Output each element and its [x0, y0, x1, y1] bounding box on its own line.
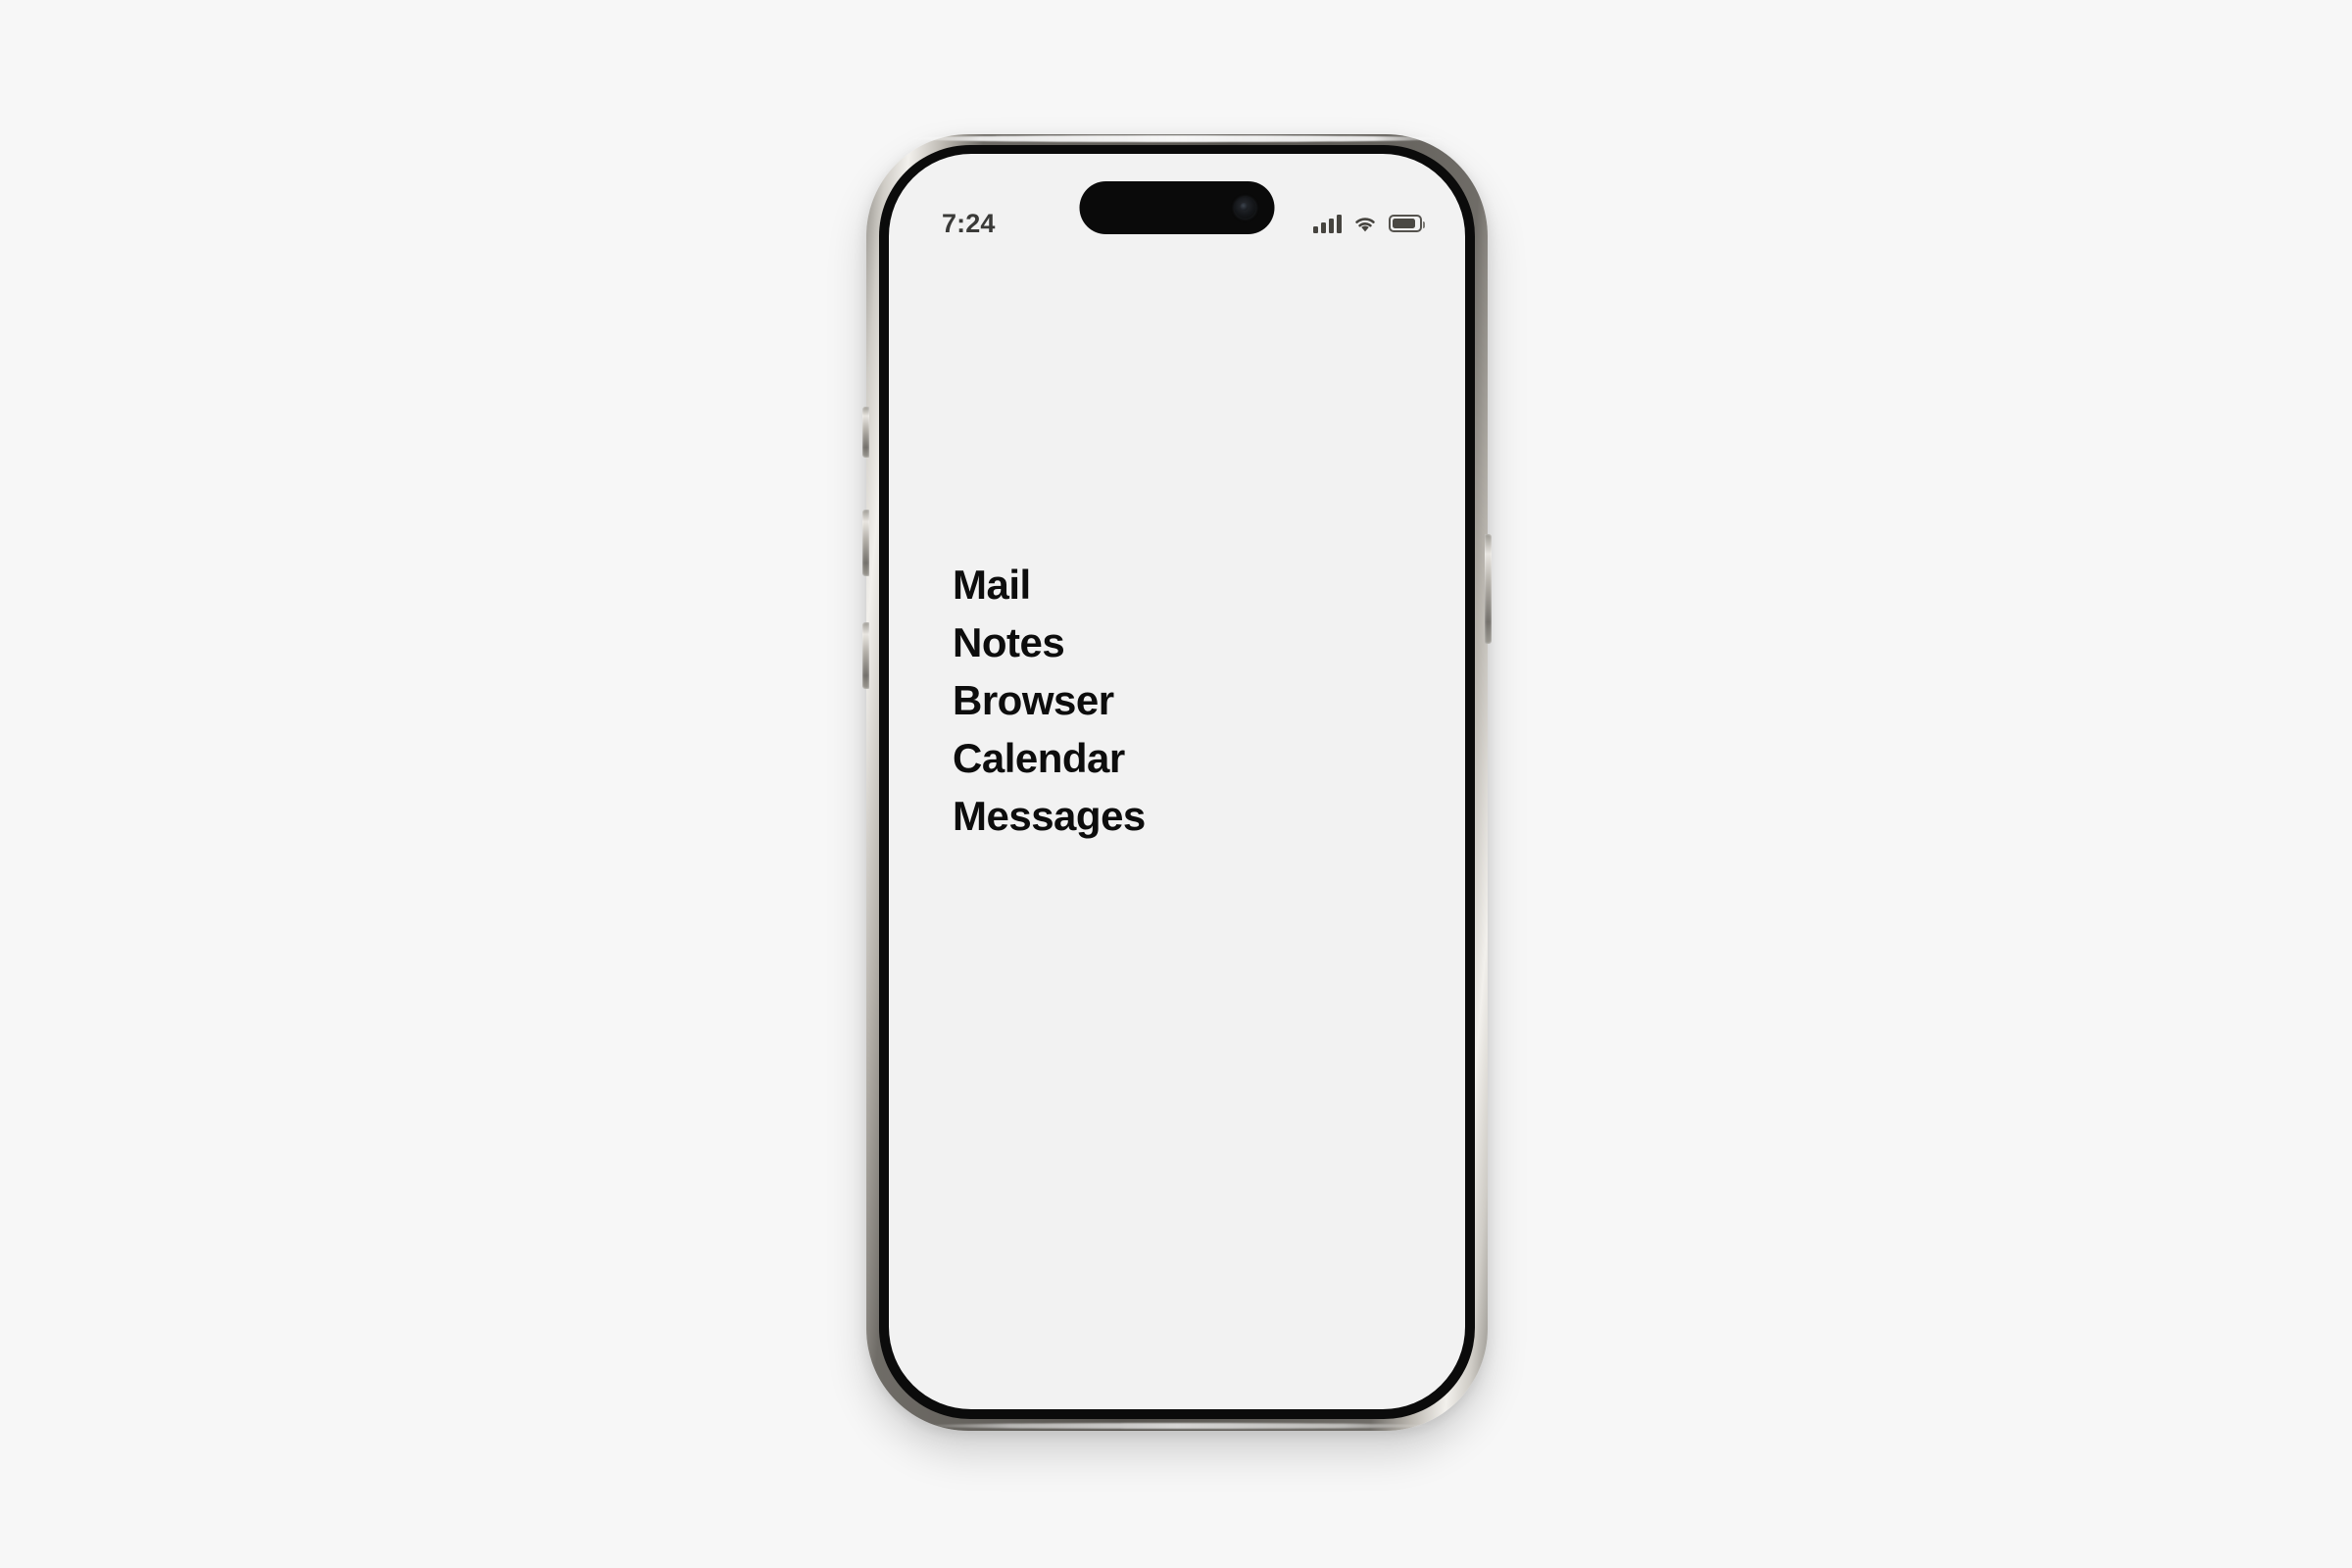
power-button[interactable] [1485, 534, 1492, 644]
wifi-icon [1355, 217, 1375, 231]
phone-screen: 7:24 Mail Notes Browser Calendar Message… [889, 154, 1465, 1409]
page-background: 7:24 Mail Notes Browser Calendar Message… [0, 0, 2352, 1568]
app-list-item-browser[interactable]: Browser [953, 671, 1426, 729]
screen-bezel: 7:24 Mail Notes Browser Calendar Message… [879, 145, 1475, 1419]
action-button[interactable] [862, 407, 869, 458]
iphone-device-frame: 7:24 Mail Notes Browser Calendar Message… [862, 134, 1492, 1431]
dynamic-island[interactable] [1079, 181, 1275, 234]
app-list-item-messages[interactable]: Messages [953, 787, 1426, 845]
frame-highlight-top [904, 135, 1450, 142]
app-list-item-calendar[interactable]: Calendar [953, 729, 1426, 787]
status-bar-clock: 7:24 [942, 208, 996, 238]
battery-icon [1389, 215, 1425, 232]
app-list-item-notes[interactable]: Notes [953, 613, 1426, 671]
volume-up-button[interactable] [862, 510, 869, 576]
battery-level-fill [1393, 219, 1416, 228]
signal-bars-icon [1313, 214, 1342, 233]
front-camera-lens-icon [1234, 197, 1256, 219]
frame-highlight-bottom [915, 1423, 1439, 1429]
volume-down-button[interactable] [862, 622, 869, 689]
status-bar-indicators [1313, 214, 1425, 233]
app-list-item-mail[interactable]: Mail [953, 556, 1426, 613]
app-list: Mail Notes Browser Calendar Messages [953, 556, 1426, 845]
